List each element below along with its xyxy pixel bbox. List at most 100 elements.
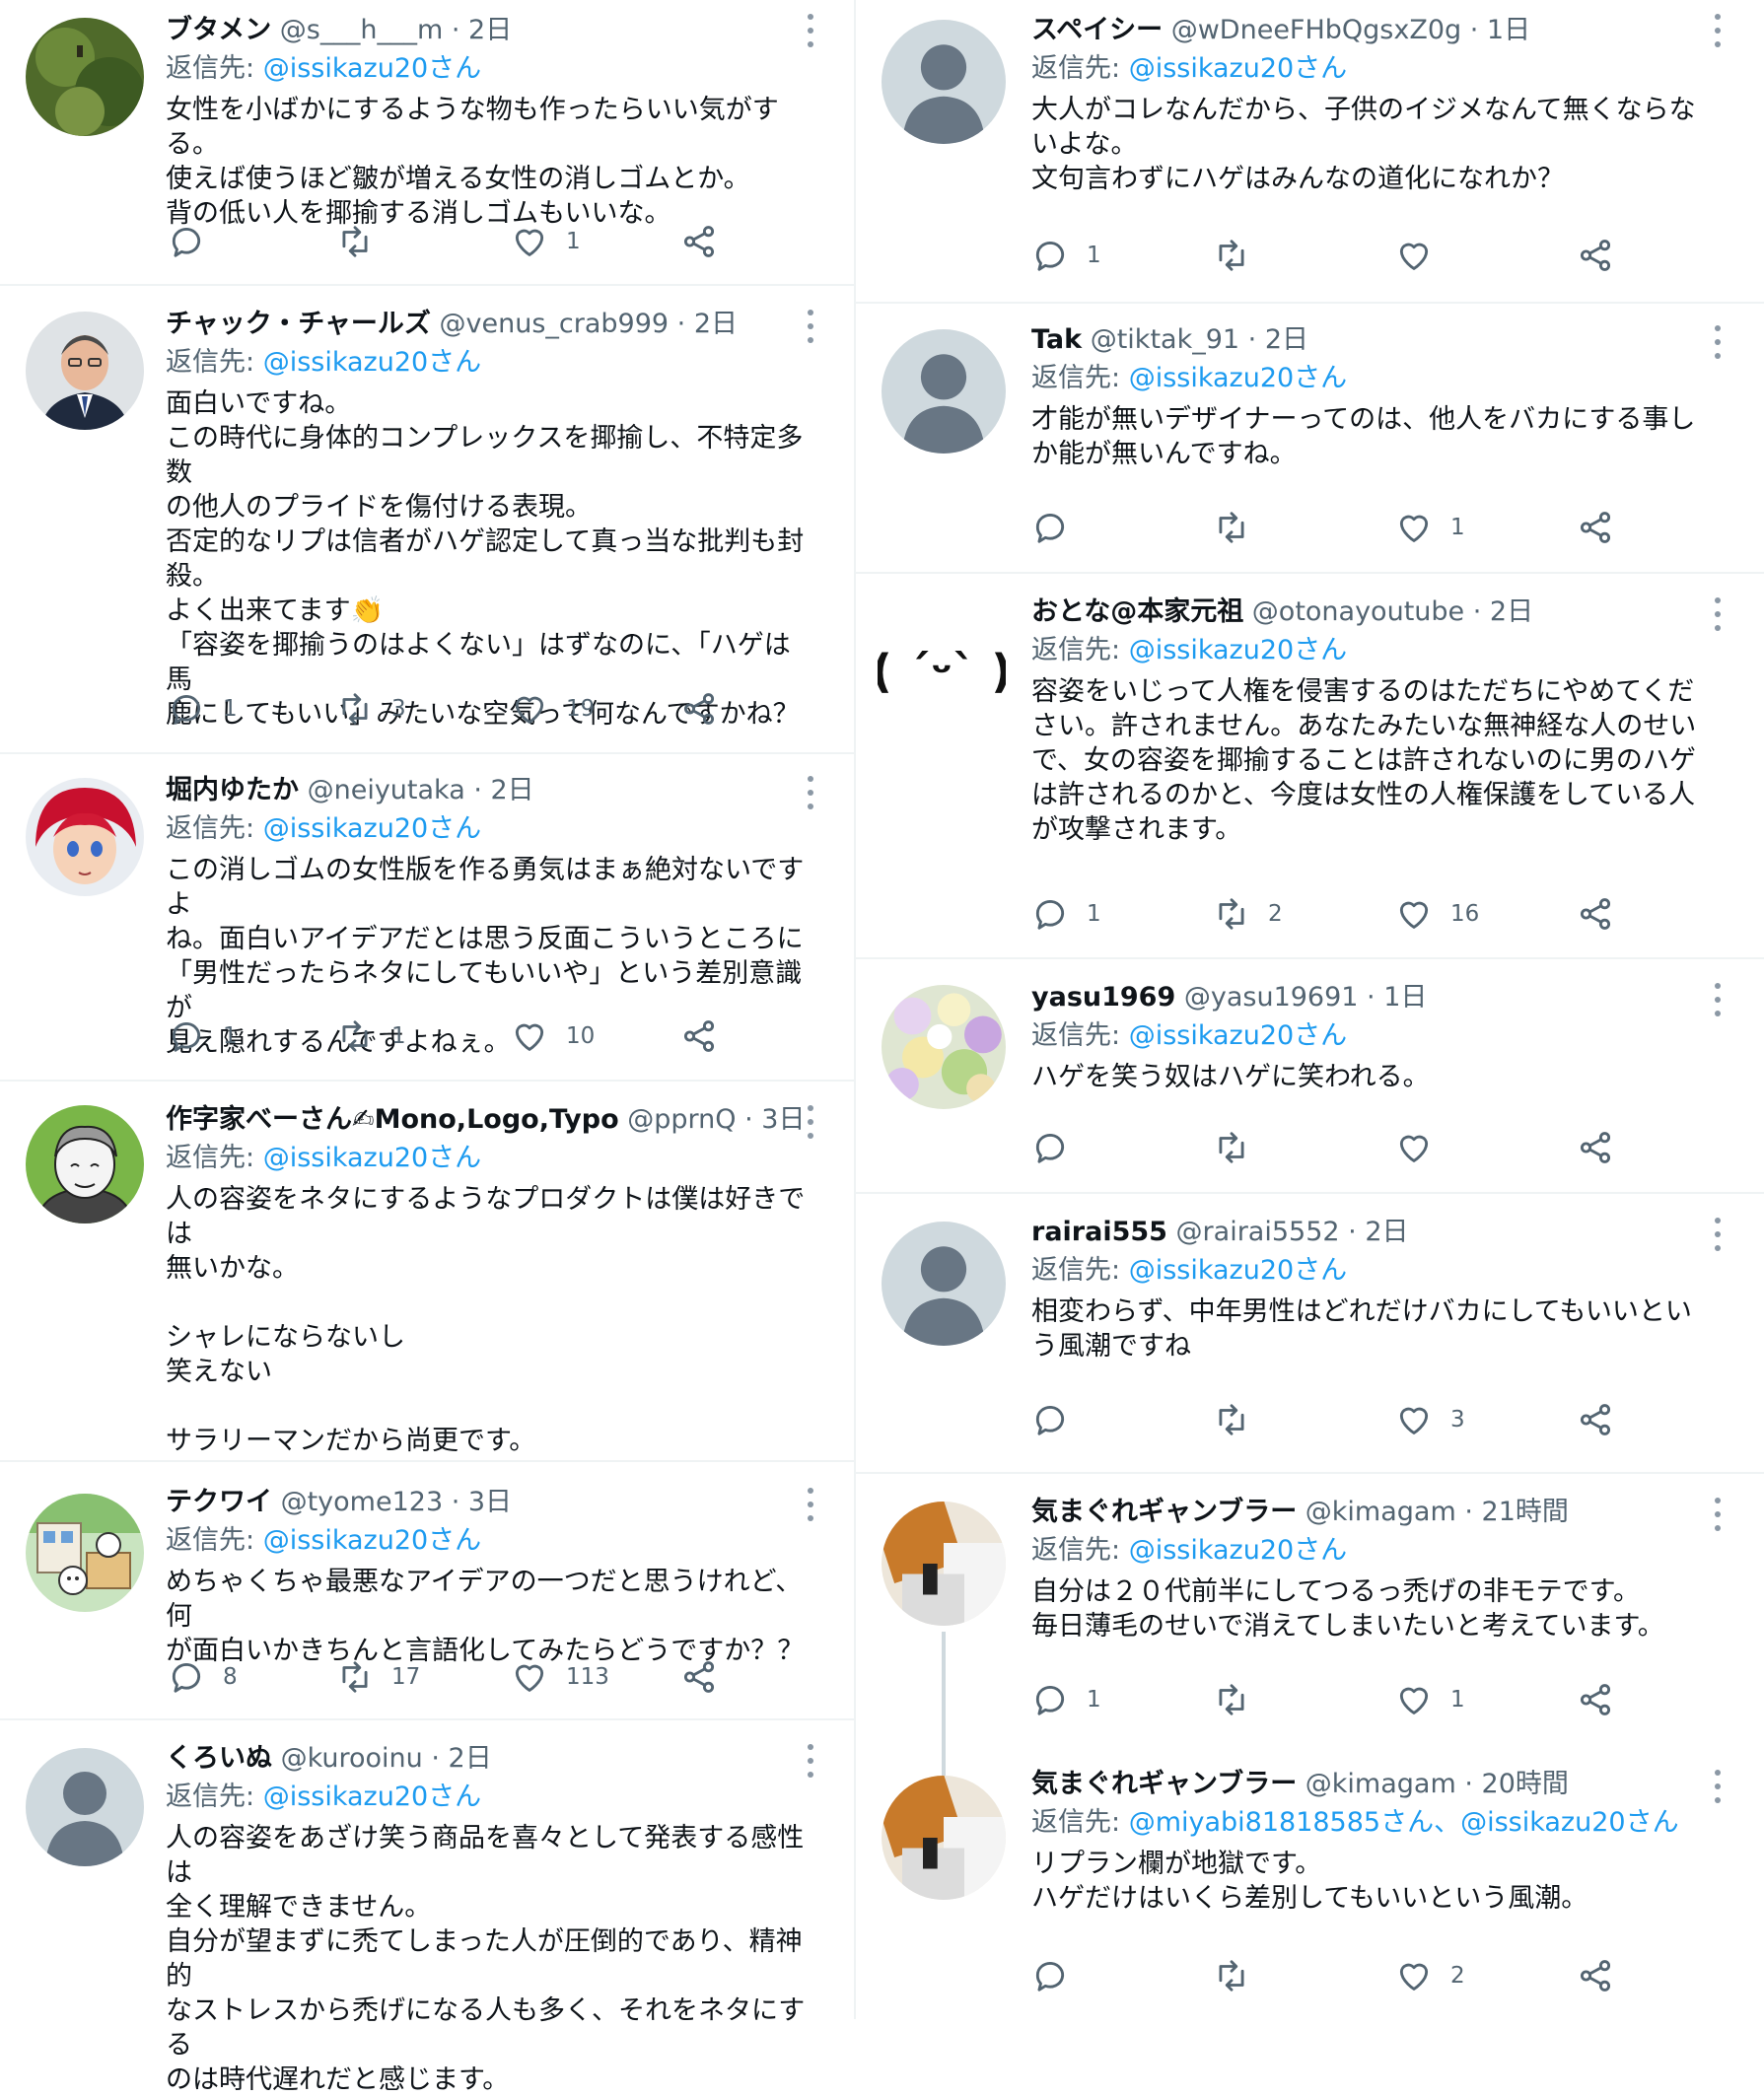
more-icon[interactable] bbox=[806, 1488, 815, 1521]
user-handle[interactable]: @neiyutaka bbox=[308, 775, 465, 805]
timestamp[interactable]: 2日 bbox=[1365, 1217, 1408, 1247]
timestamp[interactable]: 2日 bbox=[694, 309, 738, 339]
timestamp[interactable]: 21時間 bbox=[1482, 1497, 1569, 1527]
timestamp[interactable]: 2日 bbox=[491, 775, 534, 805]
more-icon[interactable] bbox=[806, 1105, 815, 1139]
avatar[interactable] bbox=[26, 312, 144, 430]
mention-link[interactable]: @issikazu20さん bbox=[263, 53, 481, 84]
user-handle[interactable]: @tyome123 bbox=[281, 1487, 444, 1517]
reply-button[interactable]: 1 bbox=[1031, 1677, 1101, 1722]
reply-button[interactable] bbox=[1031, 505, 1087, 550]
display-name[interactable]: Tak bbox=[1031, 324, 1082, 355]
share-button[interactable] bbox=[1577, 1953, 1614, 1998]
mention-link[interactable]: @issikazu20さん bbox=[263, 813, 481, 844]
user-handle[interactable]: @pprnQ bbox=[627, 1104, 736, 1135]
tweet-card[interactable]: ( ˊᵕˋ ) おとな@本家元祖 @otonayoutube · 2日 返信先:… bbox=[854, 574, 1764, 959]
like-button[interactable]: 3 bbox=[1395, 1397, 1465, 1442]
share-button[interactable] bbox=[1577, 505, 1614, 550]
reply-button[interactable] bbox=[1031, 1953, 1087, 1998]
tweet-card[interactable]: yasu1969 @yasu19691 · 1日 返信先: @issikazu2… bbox=[854, 959, 1764, 1194]
more-icon[interactable] bbox=[1713, 14, 1723, 47]
tweet-card[interactable]: ブタメン @s___h___m · 2日 返信先: @issikazu20さん … bbox=[0, 0, 854, 286]
avatar[interactable] bbox=[882, 20, 1006, 144]
like-button[interactable]: 16 bbox=[1395, 891, 1479, 937]
reply-button[interactable]: 1 bbox=[168, 686, 238, 732]
avatar[interactable] bbox=[26, 1748, 144, 1866]
like-button[interactable]: 1 bbox=[1395, 505, 1465, 550]
reply-button[interactable]: 1 bbox=[1031, 233, 1101, 278]
user-handle[interactable]: @yasu19691 bbox=[1184, 982, 1359, 1013]
share-button[interactable] bbox=[680, 1654, 718, 1700]
like-button[interactable]: 19 bbox=[511, 686, 595, 732]
more-icon[interactable] bbox=[1713, 325, 1723, 359]
like-button[interactable]: 113 bbox=[511, 1654, 609, 1700]
user-handle[interactable]: @s___h___m bbox=[280, 15, 443, 45]
display-name[interactable]: yasu1969 bbox=[1031, 982, 1175, 1013]
mention-link[interactable]: @issikazu20さん bbox=[263, 1525, 481, 1556]
avatar[interactable] bbox=[26, 778, 144, 896]
tweet-card[interactable]: スペイシー @wDneeFHbQgsxZ0g · 1日 返信先: @issika… bbox=[854, 0, 1764, 304]
timestamp[interactable]: 2日 bbox=[468, 15, 512, 45]
timestamp[interactable]: 1日 bbox=[1487, 15, 1530, 45]
mention-link[interactable]: @issikazu20さん bbox=[1129, 1020, 1347, 1051]
avatar[interactable] bbox=[26, 1494, 144, 1612]
tweet-card[interactable]: 気まぐれギャンブラー @kimagam · 20時間 返信先: @miyabi8… bbox=[854, 1746, 1764, 2019]
display-name[interactable]: 作字家べーさん✍Mono,Logo,Typo bbox=[166, 1104, 619, 1135]
share-button[interactable] bbox=[1577, 1125, 1614, 1170]
mention-link[interactable]: @issikazu20さん bbox=[263, 1782, 481, 1812]
like-button[interactable]: 1 bbox=[511, 219, 581, 264]
more-icon[interactable] bbox=[806, 1744, 815, 1778]
share-button[interactable] bbox=[680, 1014, 718, 1059]
avatar[interactable] bbox=[882, 329, 1006, 454]
like-button[interactable]: 10 bbox=[511, 1014, 595, 1059]
user-handle[interactable]: @kimagam bbox=[1305, 1769, 1456, 1799]
mention-link[interactable]: @issikazu20さん bbox=[263, 1143, 481, 1173]
timestamp[interactable]: 2日 bbox=[1265, 324, 1308, 355]
like-button[interactable]: 2 bbox=[1395, 1953, 1465, 1998]
user-handle[interactable]: @tiktak_91 bbox=[1091, 324, 1239, 355]
more-icon[interactable] bbox=[1713, 1218, 1723, 1251]
display-name[interactable]: スペイシー bbox=[1031, 15, 1163, 45]
retweet-button[interactable]: 1 bbox=[336, 1014, 406, 1059]
user-handle[interactable]: @rairai5552 bbox=[1176, 1217, 1340, 1247]
tweet-card[interactable]: チャック・チャールズ @venus_crab999 · 2日 返信先: @iss… bbox=[0, 286, 854, 754]
share-button[interactable] bbox=[1577, 1397, 1614, 1442]
retweet-button[interactable] bbox=[1213, 505, 1268, 550]
reply-button[interactable]: 1 bbox=[1031, 891, 1101, 937]
retweet-button[interactable] bbox=[336, 219, 391, 264]
more-icon[interactable] bbox=[1713, 983, 1723, 1016]
display-name[interactable]: 堀内ゆたか bbox=[166, 775, 299, 805]
tweet-card[interactable]: くろいぬ @kurooinu · 2日 返信先: @issikazu20さん 人… bbox=[0, 1720, 854, 2095]
share-button[interactable] bbox=[680, 219, 718, 264]
avatar[interactable] bbox=[882, 985, 1006, 1109]
more-icon[interactable] bbox=[1713, 1498, 1723, 1531]
more-icon[interactable] bbox=[1713, 1770, 1723, 1803]
mention-link[interactable]: @issikazu20さん bbox=[1129, 363, 1347, 393]
mention-link[interactable]: @issikazu20さん bbox=[1129, 1535, 1347, 1566]
display-name[interactable]: ブタメン bbox=[166, 15, 271, 45]
reply-button[interactable] bbox=[1031, 1125, 1087, 1170]
display-name[interactable]: 気まぐれギャンブラー bbox=[1031, 1769, 1297, 1799]
timestamp[interactable]: 3日 bbox=[761, 1104, 805, 1135]
timestamp[interactable]: 20時間 bbox=[1482, 1769, 1569, 1799]
display-name[interactable]: rairai555 bbox=[1031, 1217, 1167, 1247]
share-button[interactable] bbox=[1577, 1677, 1614, 1722]
retweet-button[interactable] bbox=[1213, 1125, 1268, 1170]
share-button[interactable] bbox=[1577, 233, 1614, 278]
user-handle[interactable]: @venus_crab999 bbox=[440, 309, 670, 339]
avatar[interactable]: ( ˊᵕˋ ) bbox=[878, 607, 1006, 735]
avatar[interactable] bbox=[26, 18, 144, 136]
user-handle[interactable]: @wDneeFHbQgsxZ0g bbox=[1171, 15, 1461, 45]
retweet-button[interactable]: 2 bbox=[1213, 891, 1283, 937]
avatar[interactable] bbox=[882, 1776, 1006, 1900]
mention-link[interactable]: @issikazu20さん bbox=[1129, 53, 1347, 84]
user-handle[interactable]: @otonayoutube bbox=[1252, 596, 1464, 627]
reply-button[interactable]: 8 bbox=[168, 1654, 238, 1700]
display-name[interactable]: テクワイ bbox=[166, 1487, 272, 1517]
user-handle[interactable]: @kurooinu bbox=[281, 1743, 423, 1774]
tweet-card[interactable]: Tak @tiktak_91 · 2日 返信先: @issikazu20さん 才… bbox=[854, 304, 1764, 574]
tweet-card[interactable]: 作字家べーさん✍Mono,Logo,Typo @pprnQ · 3日 返信先: … bbox=[0, 1082, 854, 1462]
mention-link[interactable]: @issikazu20さん bbox=[1129, 1255, 1347, 1286]
retweet-button[interactable]: 3 bbox=[336, 686, 406, 732]
more-icon[interactable] bbox=[806, 310, 815, 343]
